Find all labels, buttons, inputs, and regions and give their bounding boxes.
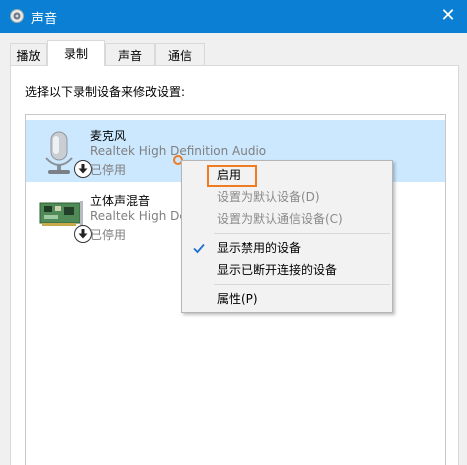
device-description: Realtek High De <box>90 209 187 223</box>
device-status: 已停用 <box>90 163 127 177</box>
highlight-box <box>207 165 257 187</box>
menu-item-properties[interactable]: 属性(P) <box>183 288 391 310</box>
menu-item-enable[interactable]: 启用 <box>183 164 391 187</box>
window-title: 声音 <box>31 12 58 27</box>
tab-communications[interactable]: 通信 <box>155 43 205 65</box>
close-button[interactable]: ✕ <box>429 0 467 33</box>
device-name: 麦克风 <box>90 129 127 143</box>
instruction-text: 选择以下录制设备来修改设置: <box>25 85 186 99</box>
menu-item-set-default-communication[interactable]: 设置为默认通信设备(C) <box>183 208 391 230</box>
menu-separator <box>214 284 390 285</box>
context-menu: 启用 设置为默认设备(D) 设置为默认通信设备(C) 显示禁用的设备 显示已断开… <box>181 160 393 313</box>
menu-item-label: 显示禁用的设备 <box>217 241 302 255</box>
menu-item-set-default[interactable]: 设置为默认设备(D) <box>183 186 391 208</box>
menu-item-show-disabled[interactable]: 显示禁用的设备 <box>183 237 391 259</box>
checkmark-icon <box>193 243 205 254</box>
device-status: 已停用 <box>90 228 127 242</box>
tab-sounds[interactable]: 声音 <box>105 43 155 65</box>
speaker-app-icon <box>10 9 24 23</box>
menu-item-show-disconnected[interactable]: 显示已断开连接的设备 <box>183 259 391 281</box>
title-bar[interactable]: 声音 ✕ <box>0 0 467 33</box>
menu-separator <box>214 233 390 234</box>
device-name: 立体声混音 <box>90 194 151 208</box>
tab-recording[interactable]: 录制 <box>47 40 105 66</box>
tab-playback[interactable]: 播放 <box>10 43 47 65</box>
